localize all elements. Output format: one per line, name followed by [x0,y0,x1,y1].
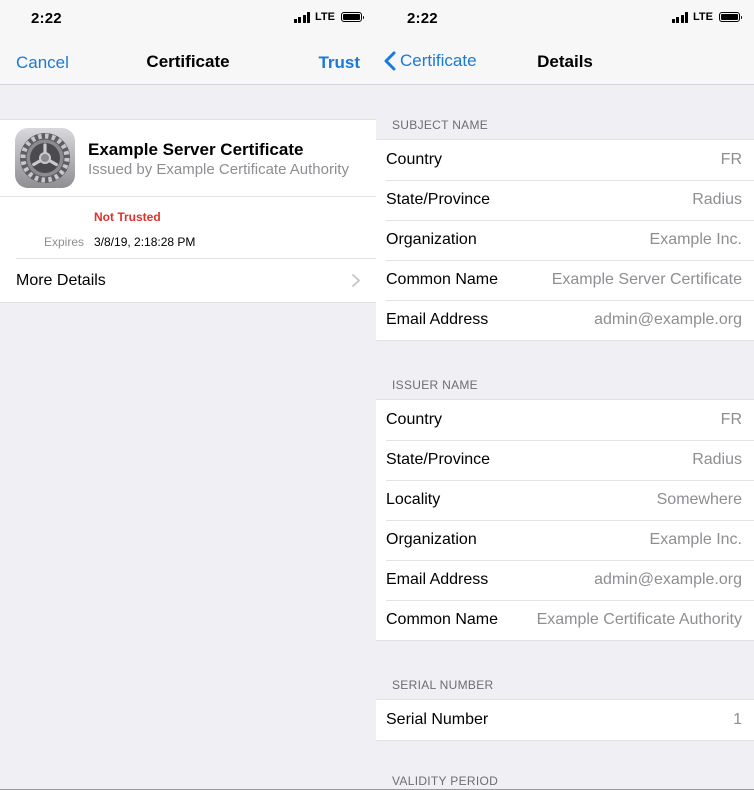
certificate-header: Example Server Certificate Issued by Exa… [0,120,376,197]
network-type: LTE [693,11,713,23]
more-details-row[interactable]: More Details [0,259,376,302]
trust-button[interactable]: Trust [318,53,360,73]
row-value: admin@example.org [594,571,742,588]
details-screen: 2:22 LTE Certificate Details SUBJECT NAM… [376,0,754,790]
row-label: Country [386,151,443,168]
section-header-validity: VALIDITY PERIOD [392,774,499,788]
row-label: Serial Number [386,711,489,728]
battery-icon [719,12,742,22]
table-row: State/Province Radius [376,440,754,480]
row-label: Organization [386,231,477,248]
row-value: FR [720,151,742,168]
row-value: Example Inc. [649,531,742,548]
table-row: Serial Number 1 [376,700,754,740]
section-header-subject: SUBJECT NAME [392,118,489,132]
signal-icon [671,11,689,23]
row-label: Email Address [386,571,489,588]
row-label: State/Province [386,191,491,208]
row-label: Locality [386,491,441,508]
subject-name-group: Country FR State/Province Radius Organiz… [376,139,754,341]
signal-icon [293,11,311,23]
row-value: Somewhere [656,491,742,508]
row-label: State/Province [386,451,491,468]
status-indicators: LTE [293,11,364,23]
settings-gear-icon [15,128,75,188]
table-row: Organization Example Inc. [376,520,754,560]
navigation-bar: Certificate Details [376,38,754,85]
certificate-title: Example Server Certificate [88,140,304,159]
table-row: Organization Example Inc. [376,220,754,260]
table-row: Locality Somewhere [376,480,754,520]
network-type: LTE [315,11,335,23]
table-row: Country FR [376,400,754,440]
row-label: Common Name [386,611,499,628]
certificate-issuer: Issued by Example Certificate Authority [88,161,349,178]
page-title: Details [537,52,593,71]
row-label: Common Name [386,271,499,288]
table-row: Email Address admin@example.org [376,560,754,600]
expires-label: Expires [43,235,84,249]
expires-value: 3/8/19, 2:18:28 PM [94,235,196,249]
table-row: Common Name Example Certificate Authorit… [376,600,754,640]
row-value: Example Server Certificate [551,271,742,288]
section-header-serial: SERIAL NUMBER [392,678,494,692]
table-row: Email Address admin@example.org [376,300,754,340]
row-label: Country [386,411,443,428]
section-header-issuer: ISSUER NAME [392,378,478,392]
table-row: Common Name Example Server Certificate [376,260,754,300]
chevron-right-icon [352,274,360,287]
row-value: Radius [692,451,742,468]
row-value: Example Certificate Authority [536,611,742,628]
trust-status: Not Trusted [94,210,161,224]
serial-number-group: Serial Number 1 [376,699,754,741]
row-value: 1 [733,711,742,728]
status-bar: 2:22 LTE [376,0,754,38]
certificate-meta: Not Trusted Expires 3/8/19, 2:18:28 PM [16,197,376,259]
status-bar: 2:22 LTE [0,0,376,38]
more-details-label: More Details [16,272,106,289]
table-row: State/Province Radius [376,180,754,220]
row-value: Radius [692,191,742,208]
issuer-name-group: Country FR State/Province Radius Localit… [376,399,754,641]
certificate-summary-card: Example Server Certificate Issued by Exa… [0,119,376,303]
row-value: admin@example.org [594,311,742,328]
row-label: Email Address [386,311,489,328]
navigation-bar: Cancel Certificate Trust [0,38,376,85]
certificate-screen: 2:22 LTE Cancel Certificate Trust Exampl… [0,0,376,790]
status-time: 2:22 [31,10,62,27]
status-time: 2:22 [407,10,438,27]
table-row: Country FR [376,140,754,180]
row-value: FR [720,411,742,428]
row-value: Example Inc. [649,231,742,248]
status-indicators: LTE [671,11,742,23]
battery-icon [341,12,364,22]
row-label: Organization [386,531,477,548]
